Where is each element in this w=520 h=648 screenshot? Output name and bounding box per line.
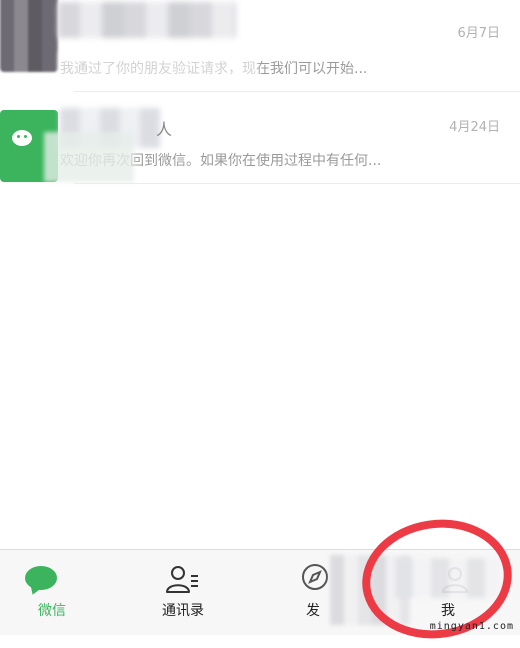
contact-name-redacted	[58, 2, 236, 38]
tab-chats[interactable]: 微信	[0, 550, 130, 635]
contact-name-suffix: 人	[156, 120, 173, 139]
preview-redaction	[58, 52, 258, 80]
chat-list-item[interactable]: 人 4月24日 欢迎你再次回到微信。如果你在使用过程中有任何...	[0, 92, 520, 184]
tab-label: 微信	[38, 603, 66, 619]
chat-time: 6月7日	[457, 26, 500, 41]
divider	[74, 183, 520, 184]
discover-icon	[302, 564, 328, 590]
avatar	[0, 0, 58, 72]
wechat-logo-icon	[12, 130, 32, 146]
chat-time: 4月24日	[449, 120, 500, 135]
chat-list-item[interactable]: 6月7日 我通过了你的朋友验证请求，现在我们可以开始...	[0, 0, 520, 92]
tab-label: 通讯录	[162, 603, 204, 619]
chat-bubble-icon	[25, 566, 57, 590]
watermark: mingyan1.com	[429, 621, 514, 632]
tab-contacts[interactable]: 通讯录	[118, 550, 248, 635]
contacts-icon	[166, 566, 198, 593]
preview-redaction	[44, 132, 134, 182]
